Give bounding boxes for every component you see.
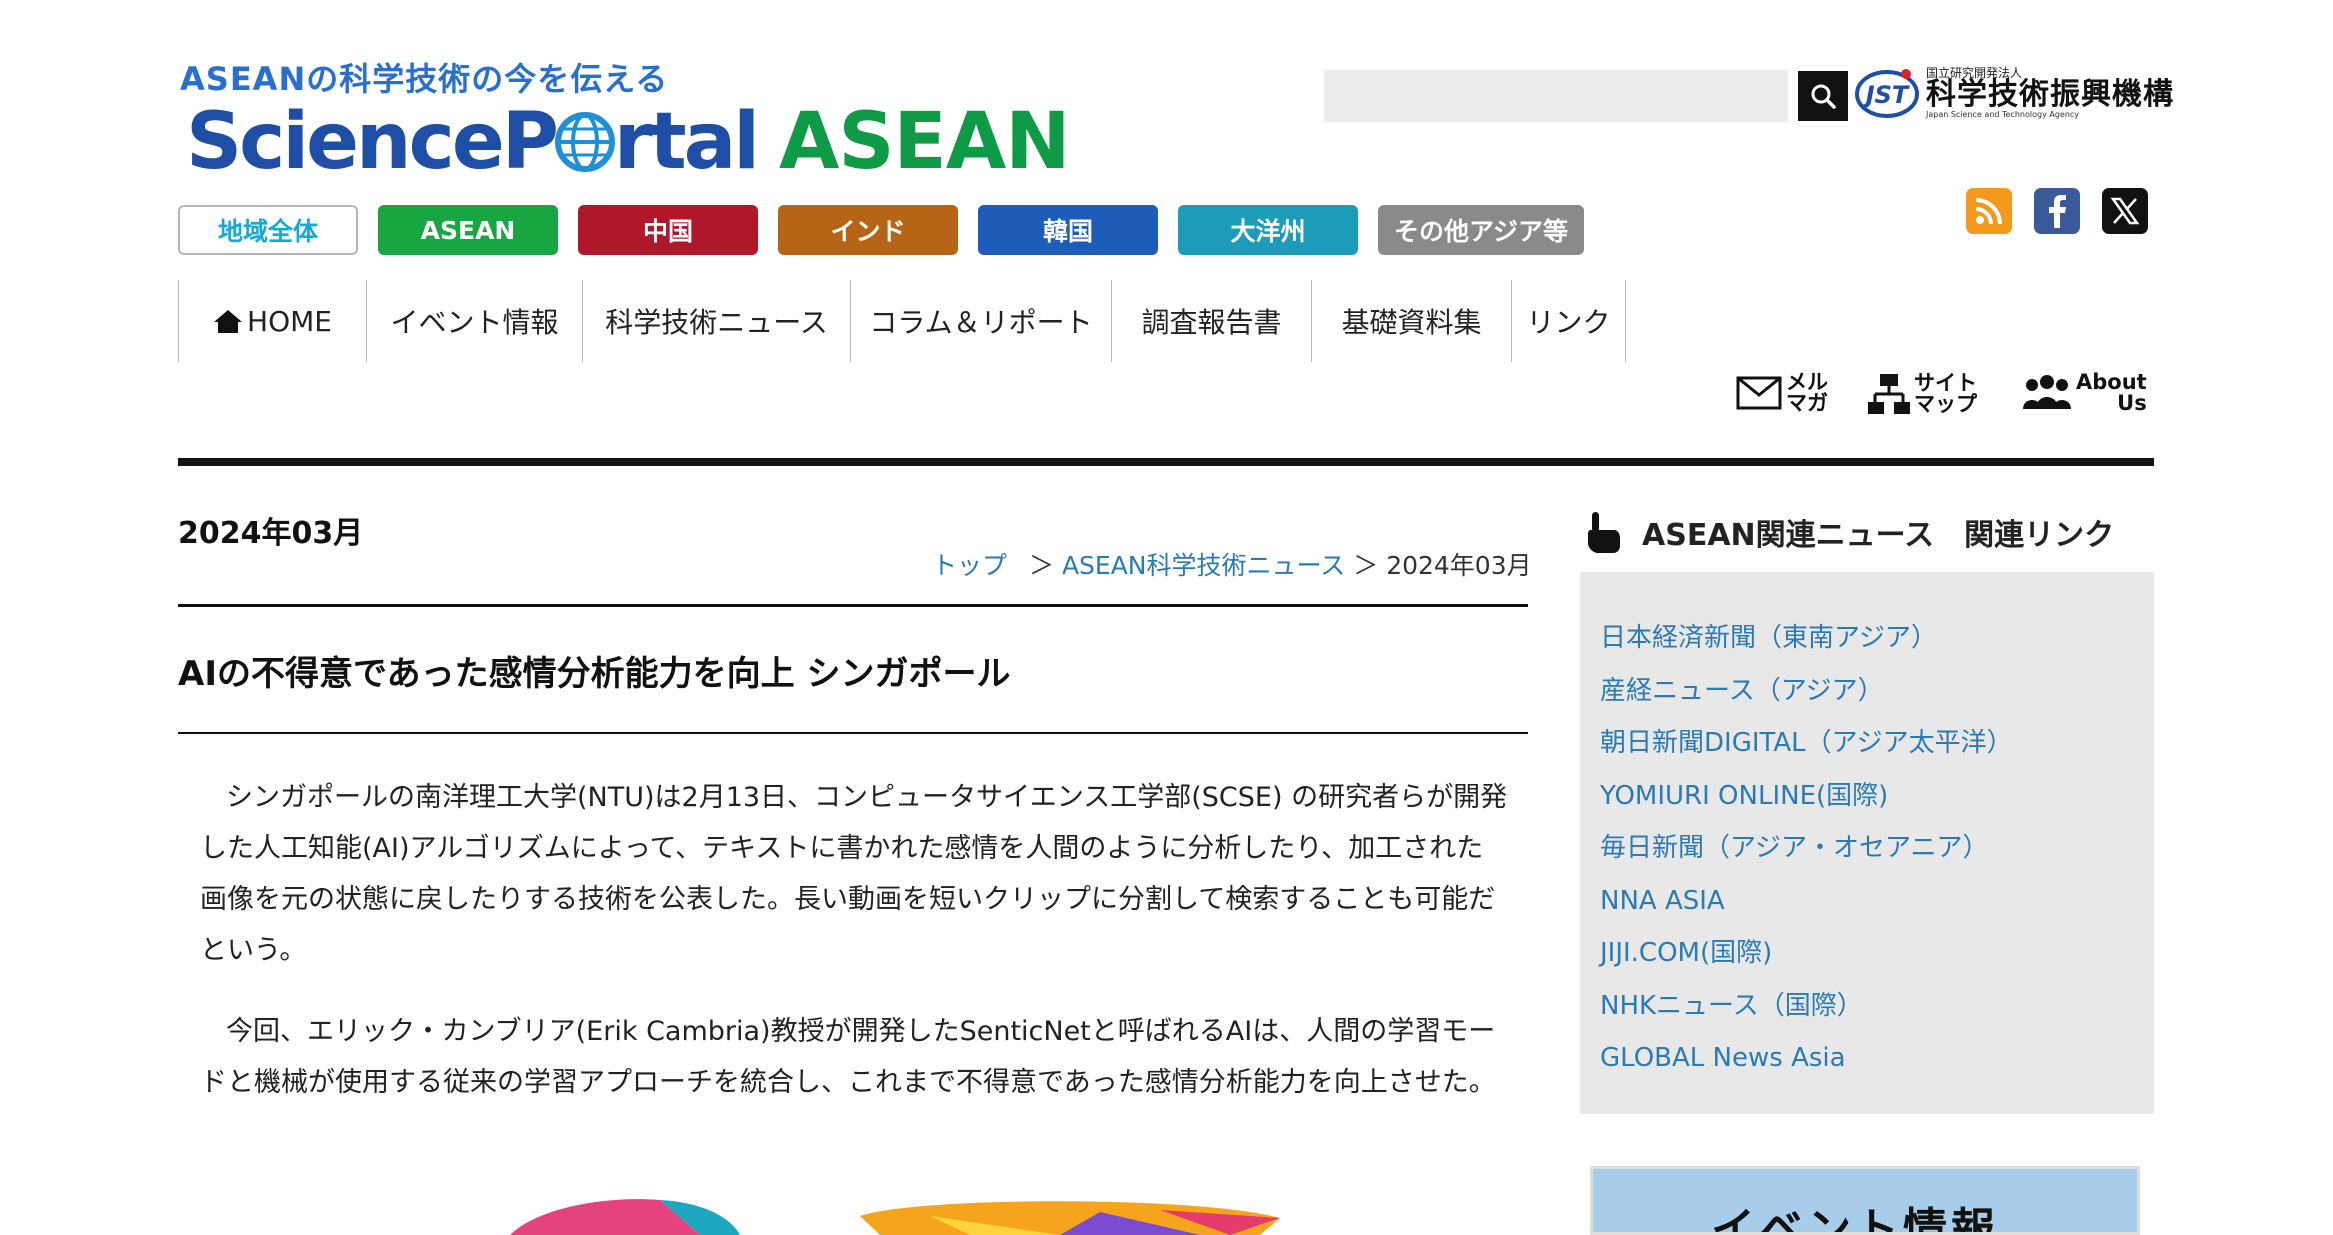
facebook-button[interactable] <box>2034 188 2080 234</box>
search-icon <box>1811 84 1836 109</box>
jst-logo[interactable]: JST 国立研究開発法人 科学技術振興機構 Japan Science and … <box>1854 64 2174 122</box>
jst-en-text: Japan Science and Technology Agency <box>1926 109 2080 119</box>
sitemap-link[interactable]: サイト マップ <box>1868 372 1977 416</box>
archive-date-heading: 2024年03月 <box>178 516 364 551</box>
page: ASEANの科学技術の今を伝える Science P rtal ASEAN JS… <box>0 0 2333 1235</box>
nav-item[interactable]: リンク <box>1512 280 1626 362</box>
search-form <box>1324 70 1848 122</box>
breadcrumb-top-link[interactable]: トップ <box>932 551 1007 580</box>
nav-item-label: 調査報告書 <box>1141 306 1282 339</box>
region-button[interactable]: ASEAN <box>378 205 558 255</box>
region-button[interactable]: 地域全体 <box>178 205 358 255</box>
social-links <box>1966 188 2148 234</box>
related-link[interactable]: YOMIURI ONLINE(国際) <box>1600 770 2013 823</box>
region-button[interactable]: 中国 <box>578 205 758 255</box>
nav-item-label: 基礎資料集 <box>1341 306 1482 339</box>
breadcrumb-current: 2024年03月 <box>1386 551 1532 580</box>
related-link[interactable]: 毎日新聞（アジア・オセアニア） <box>1600 822 2013 875</box>
sidebar-heading: ASEAN関連ニュース 関連リンク <box>1584 510 2114 554</box>
related-link[interactable]: NHKニュース（国際） <box>1600 980 2013 1033</box>
event-info-banner[interactable]: イベント情報 <box>1590 1166 2140 1235</box>
breadcrumb-separator: ＞ <box>1028 551 1054 580</box>
search-button[interactable] <box>1798 71 1848 121</box>
region-button[interactable]: インド <box>778 205 958 255</box>
article-title: AIの不得意であった感情分析能力を向上 シンガポール <box>178 654 1011 694</box>
nav-item-label: リンク <box>1526 306 1611 339</box>
main-nav: HOME イベント情報 科学技術ニュース コラム＆リポート 調査報告書 基礎資料集 リンク <box>178 280 1626 362</box>
header-divider <box>178 458 2154 466</box>
jst-main-text: 科学技術振興機構 <box>1926 77 2174 113</box>
x-button[interactable] <box>2102 188 2148 234</box>
rss-button[interactable] <box>1966 188 2012 234</box>
nav-item-label: HOME <box>247 304 332 338</box>
about-label-line1: About <box>2076 370 2147 394</box>
globe-icon <box>554 112 615 172</box>
search-input[interactable] <box>1324 70 1788 122</box>
site-tagline: ASEANの科学技術の今を伝える <box>180 60 669 98</box>
title-top-divider <box>178 604 1528 607</box>
breadcrumb-news-link[interactable]: ASEAN科学技術ニュース <box>1062 551 1345 580</box>
jst-mark-icon: JST <box>1855 69 1919 118</box>
related-links-list: 日本経済新聞（東南アジア） 産経ニュース（アジア） 朝日新聞DIGITAL（アジア太… <box>1600 612 2013 1085</box>
region-buttons: 地域全体 ASEAN 中国 インド 韓国 大洋州 その他アジア等 <box>178 205 1584 255</box>
nav-item[interactable]: イベント情報 <box>367 280 583 362</box>
nav-item-label: コラム＆リポート <box>869 306 1093 339</box>
about-label-line2: Us <box>2117 391 2147 415</box>
jst-mark-text: JST <box>1862 81 1910 109</box>
related-link[interactable]: GLOBAL News Asia <box>1600 1032 2013 1085</box>
about-us-link[interactable]: About Us <box>2022 372 2147 414</box>
nav-item[interactable]: 科学技術ニュース <box>583 280 851 362</box>
region-button[interactable]: 韓国 <box>978 205 1158 255</box>
related-link[interactable]: NNA ASIA <box>1600 875 2013 928</box>
rss-icon <box>1975 198 2002 225</box>
site-logo[interactable]: Science P rtal ASEAN <box>186 97 1071 187</box>
mail-label-line2: マガ <box>1786 391 1828 415</box>
related-link[interactable]: JIJI.COM(国際) <box>1600 927 2013 980</box>
article-paragraph: シンガポールの南洋理工大学(NTU)は2月13日、コンピュータサイエンス工学部(… <box>200 782 1508 966</box>
region-button[interactable]: 大洋州 <box>1178 205 1358 255</box>
logo-rtal-text: rtal <box>613 97 760 187</box>
x-icon <box>2110 197 2140 225</box>
article-image <box>510 1199 1280 1235</box>
logo-science-text: Science <box>186 97 505 187</box>
sitemap-label-line2: マップ <box>1914 392 1977 416</box>
nav-item[interactable]: 調査報告書 <box>1112 280 1312 362</box>
logo-p-text: P <box>501 97 559 187</box>
logo-asean-text: ASEAN <box>779 97 1070 187</box>
nav-item-label: イベント情報 <box>390 306 559 339</box>
related-link[interactable]: 朝日新聞DIGITAL（アジア太平洋） <box>1600 717 2013 770</box>
related-link[interactable]: 日本経済新聞（東南アジア） <box>1600 612 2013 665</box>
people-icon <box>2023 375 2071 409</box>
title-bottom-divider <box>178 732 1528 734</box>
sitemap-label-line1: サイト <box>1914 371 1977 395</box>
nav-item[interactable]: 基礎資料集 <box>1312 280 1512 362</box>
nav-item[interactable]: HOME <box>179 280 367 362</box>
nav-item[interactable]: コラム＆リポート <box>851 280 1112 362</box>
breadcrumb: トップ ＞ ASEAN科学技術ニュース ＞ 2024年03月 <box>932 546 1532 582</box>
breadcrumb-separator: ＞ <box>1353 551 1379 580</box>
sidebar-heading-text: ASEAN関連ニュース 関連リンク <box>1642 518 2115 553</box>
event-banner-text: イベント情報 <box>1711 1204 1999 1235</box>
home-icon <box>214 310 243 333</box>
pointing-hand-icon <box>1588 512 1620 553</box>
article-paragraph: 今回、エリック・カンブリア(Erik Cambria)教授が開発したSentic… <box>200 1016 1496 1098</box>
mail-icon <box>1736 376 1782 410</box>
region-button[interactable]: その他アジア等 <box>1378 205 1584 255</box>
sitemap-icon <box>1868 374 1910 414</box>
nav-item-label: 科学技術ニュース <box>605 306 828 339</box>
mail-magazine-link[interactable]: メル マガ <box>1736 372 1828 414</box>
facebook-icon <box>2049 195 2066 228</box>
mail-label-line1: メル <box>1786 370 1828 394</box>
related-link[interactable]: 産経ニュース（アジア） <box>1600 665 2013 718</box>
